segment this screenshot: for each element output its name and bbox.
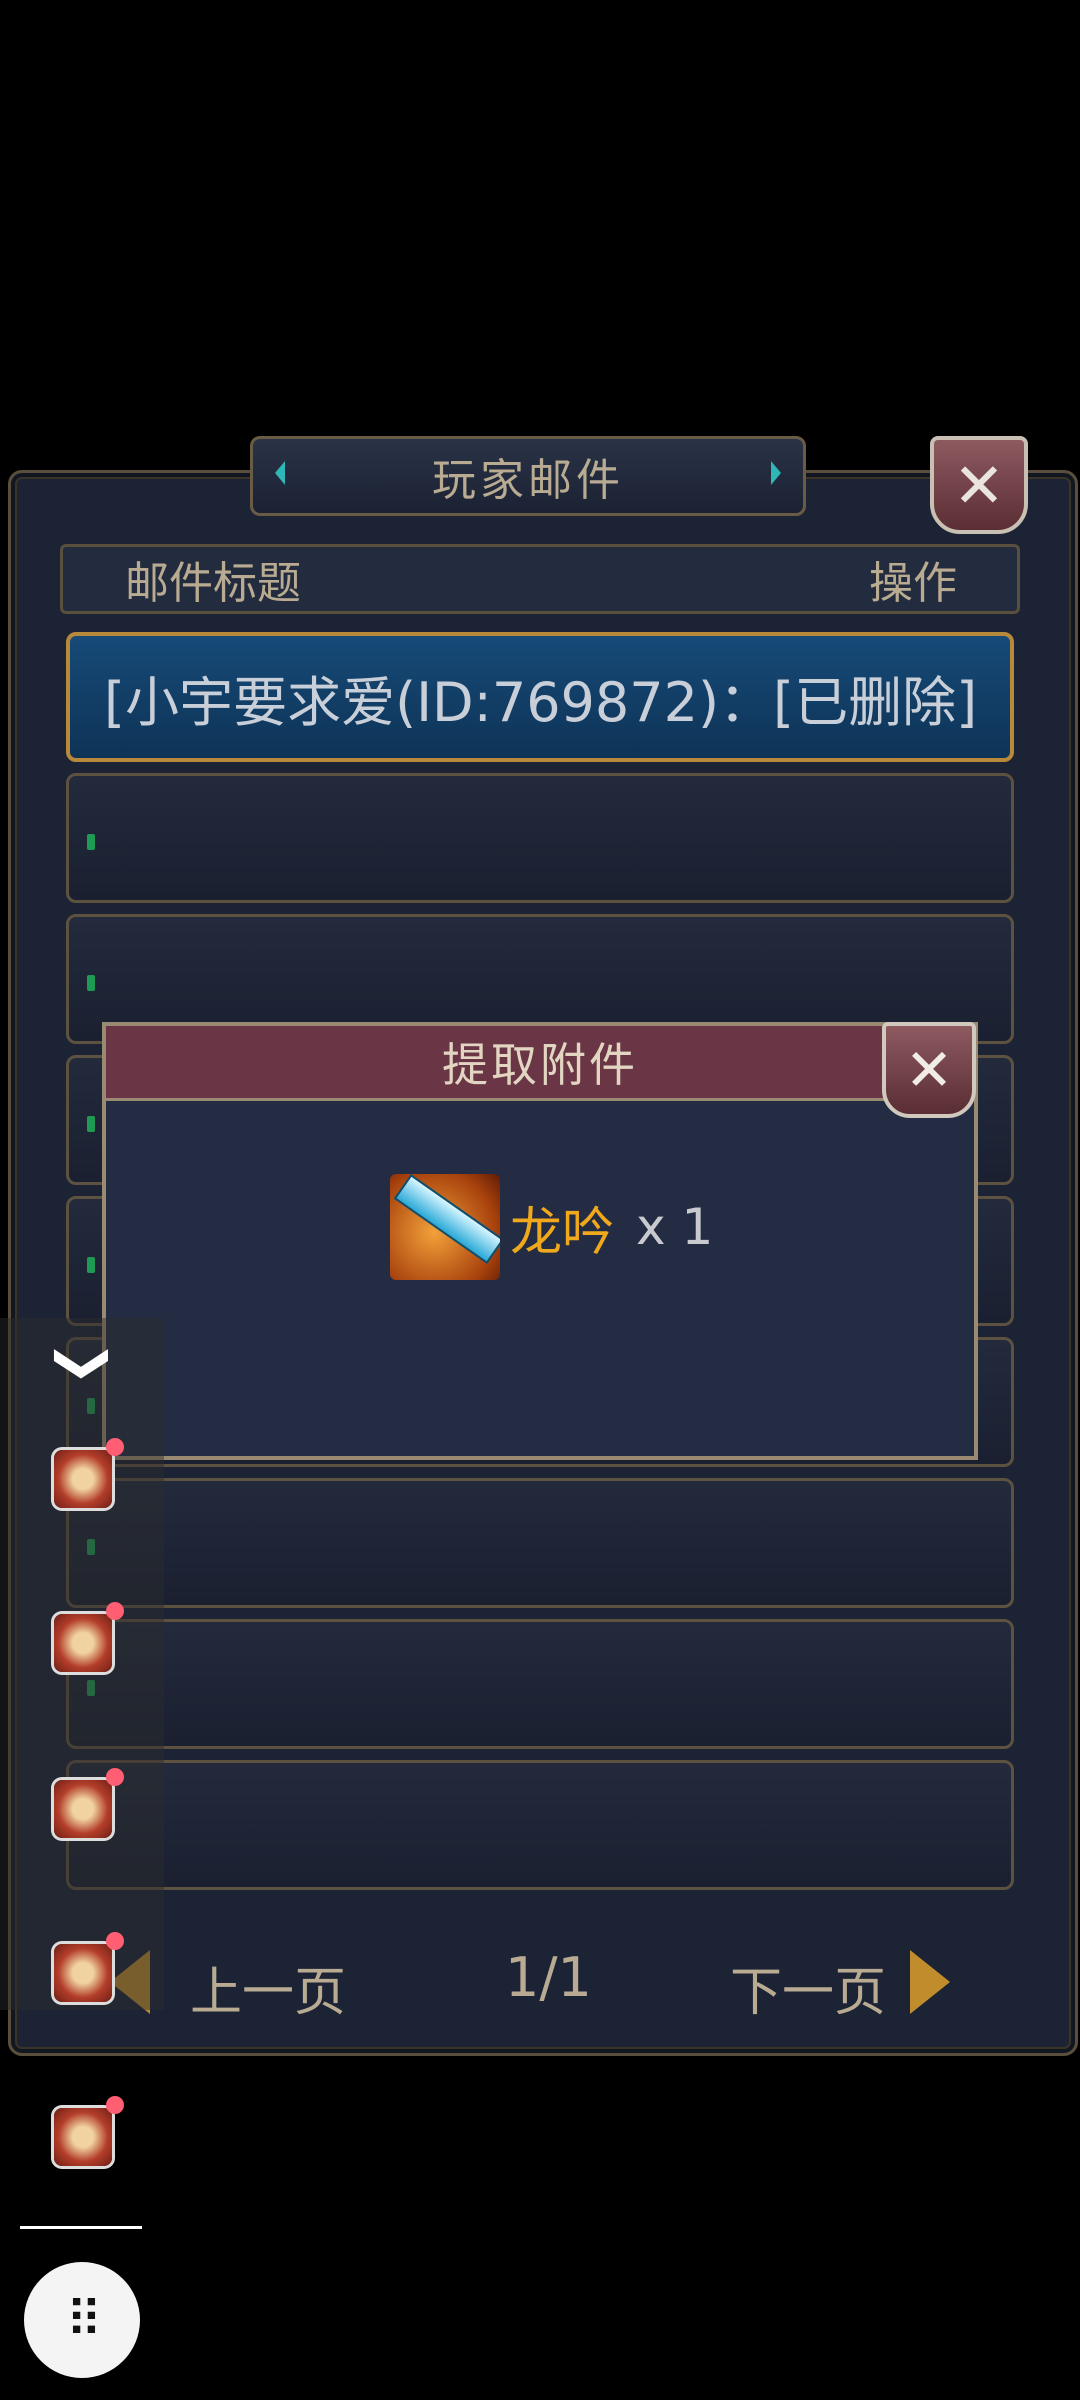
mail-row-text: [小宇要求爱(ID:769872)：[已删除]	[104, 670, 978, 734]
title-right-ornament	[771, 461, 781, 485]
next-page-button[interactable]: 下一页	[730, 1950, 886, 2025]
app-icon[interactable]	[54, 1438, 124, 1508]
app-icon[interactable]	[54, 1768, 124, 1838]
popup-header: 提取附件	[106, 1026, 974, 1101]
mail-title-plate: 玩家邮件	[250, 436, 806, 516]
mail-row-empty[interactable]	[66, 1478, 1014, 1608]
app-icon[interactable]	[54, 1602, 124, 1672]
toolbar-divider	[20, 2226, 142, 2229]
mail-row-empty[interactable]	[66, 1760, 1014, 1890]
next-arrow-icon[interactable]	[910, 1950, 950, 2014]
column-subject: 邮件标题	[125, 558, 301, 609]
app-icon[interactable]	[54, 1932, 124, 2002]
pagination: 上一页 1/1 下一页	[110, 1940, 970, 2023]
column-action: 操作	[869, 558, 957, 609]
mail-row-empty[interactable]	[66, 1619, 1014, 1749]
mail-row-empty[interactable]	[66, 773, 1014, 903]
mail-title: 玩家邮件	[432, 455, 624, 506]
app-icon[interactable]	[54, 2096, 124, 2166]
mail-row-selected[interactable]: [小宇要求爱(ID:769872)：[已删除]	[66, 632, 1014, 762]
menu-dots-button[interactable]: ⠿	[24, 2262, 140, 2378]
attachment-item[interactable]: 龙吟 x 1	[390, 1174, 713, 1280]
attachment-popup: 提取附件 ✕ 龙吟 x 1	[102, 1022, 978, 1460]
row-indicator	[87, 1116, 95, 1132]
mail-column-header: 邮件标题 操作	[60, 544, 1020, 614]
sword-icon[interactable]	[390, 1174, 500, 1280]
title-left-ornament	[275, 461, 285, 485]
prev-page-button[interactable]: 上一页	[190, 1950, 346, 2025]
popup-title: 提取附件	[442, 1038, 638, 1092]
collapse-chevron-icon[interactable]: ❮	[45, 1341, 108, 1386]
row-indicator	[87, 975, 95, 991]
row-indicator	[87, 1257, 95, 1273]
popup-close-button[interactable]: ✕	[882, 1022, 976, 1118]
page-indicator: 1/1	[505, 1946, 592, 2009]
item-name: 龙吟	[510, 1202, 615, 1263]
row-indicator	[87, 834, 95, 850]
mail-close-button[interactable]: ✕	[930, 436, 1028, 534]
item-quantity: x 1	[636, 1198, 714, 1256]
